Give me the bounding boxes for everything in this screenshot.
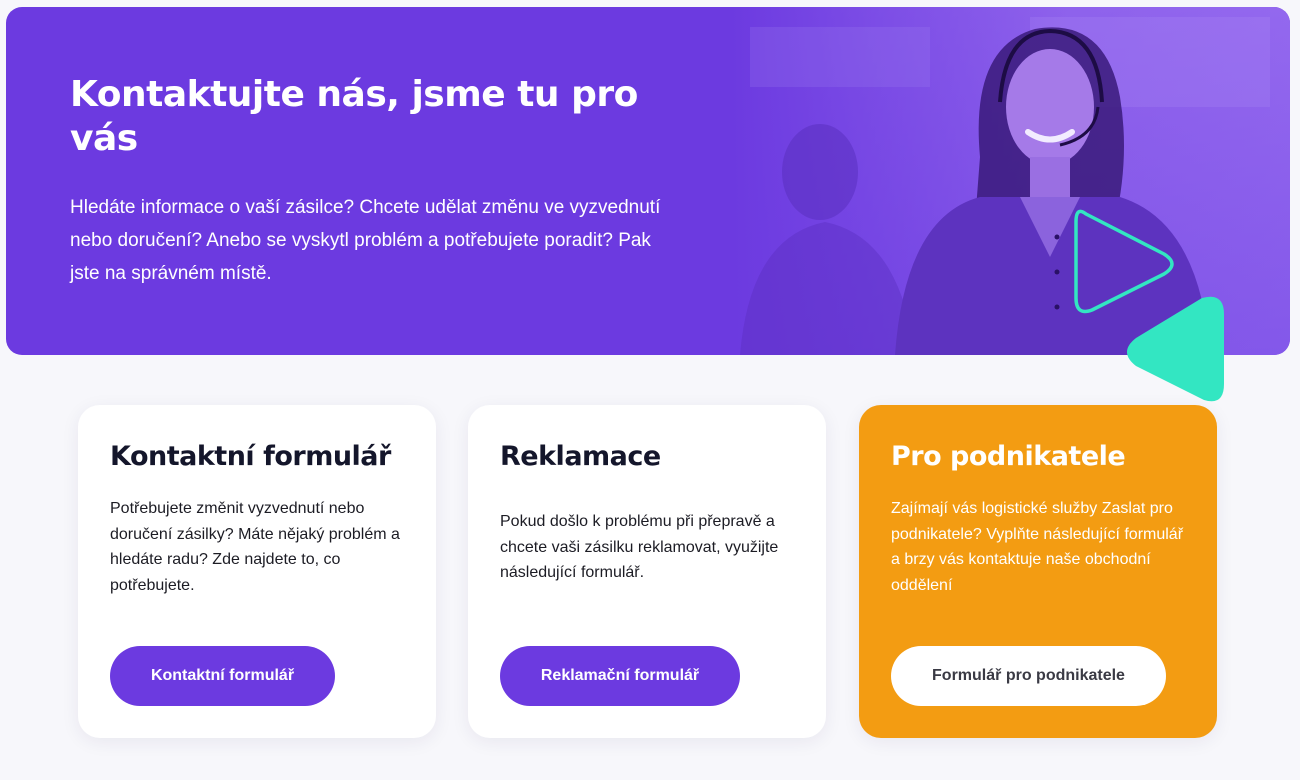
card-complaints: Reklamace Pokud došlo k problému při pře… [468,405,826,738]
card-business: Pro podnikatele Zajímají vás logistické … [859,405,1217,738]
card-title: Reklamace [500,441,661,472]
contact-form-button[interactable]: Kontaktní formulář [110,646,335,706]
hero-banner: Kontaktujte nás, jsme tu pro vás Hledáte… [6,7,1290,355]
hero-description: Hledáte informace o vaší zásilce? Chcete… [70,197,661,284]
card-title: Pro podnikatele [891,441,1126,472]
card-description: Zajímají vás logistické služby Zaslat pr… [891,500,1184,594]
business-form-button[interactable]: Formulář pro podnikatele [891,646,1166,706]
card-title: Kontaktní formulář [110,441,391,472]
card-contact-form: Kontaktní formulář Potřebujete změnit vy… [78,405,436,738]
hero-photo-call-center-agents [730,7,1290,355]
card-description: Potřebujete změnit vyzvednutí nebo doruč… [110,500,400,594]
complaint-form-button[interactable]: Reklamační formulář [500,646,740,706]
card-description: Pokud došlo k problému při přepravě a ch… [500,513,779,581]
hero-title: Kontaktujte nás, jsme tu pro vás [70,74,638,159]
contact-page: Kontaktujte nás, jsme tu pro vás Hledáte… [0,0,1300,780]
